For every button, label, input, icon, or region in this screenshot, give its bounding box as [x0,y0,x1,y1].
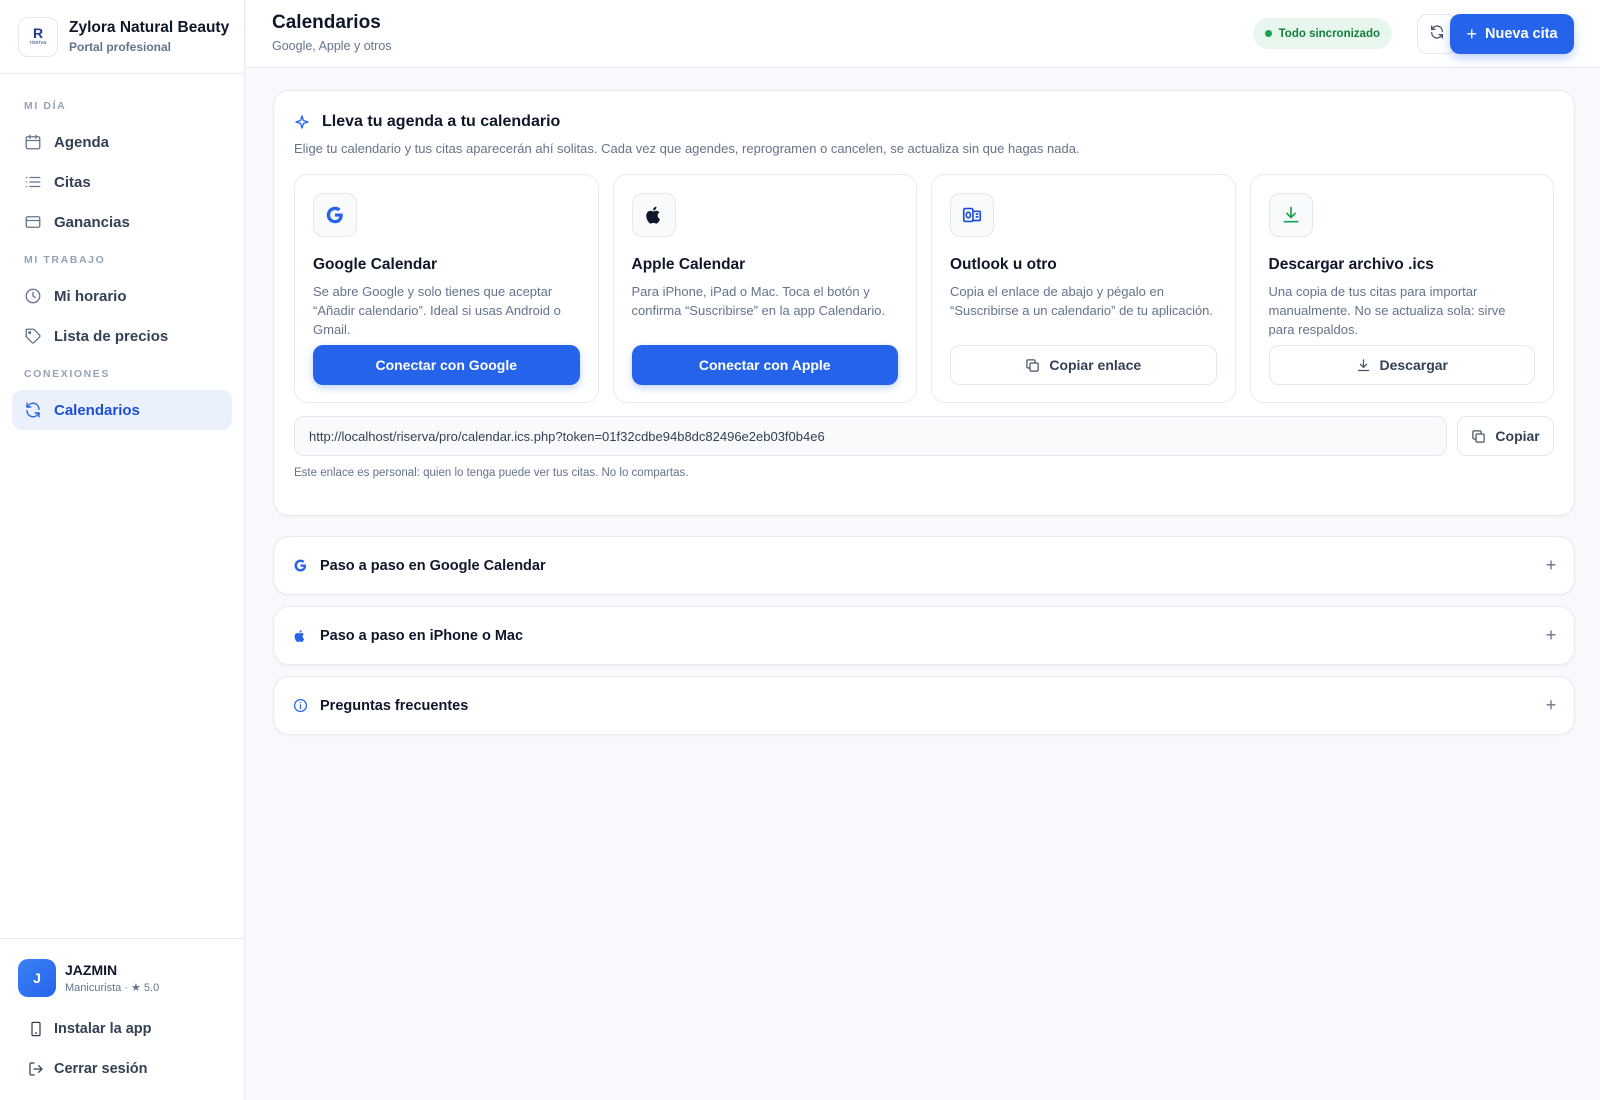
outlook-icon [950,193,994,237]
download-icon [1268,193,1313,237]
copy-icon [1025,358,1040,373]
new-appointment-label: Nueva cita [1484,26,1558,42]
nav-section-mi-trabajo: MI TRABAJO [24,254,106,266]
card-description: Elige tu calendario y tus citas aparecer… [294,141,1080,156]
copy-button[interactable]: Copiar [1457,416,1554,456]
feed-url-input[interactable] [294,416,1448,456]
user-name: JAZMIN [65,962,118,978]
sidebar-item-ganancias[interactable]: Ganancias [12,202,232,242]
sidebar-item-calendarios[interactable]: Calendarios [12,390,232,430]
sidebar-item-label: Calendarios [54,401,140,419]
google-icon [313,193,357,237]
wallet-icon [24,213,42,231]
tag-icon [24,327,42,345]
calendar-icon [24,133,42,151]
brand-subtitle: Portal profesional [69,40,172,54]
brand-name: Zylora Natural Beauty [69,19,230,36]
plus-icon: + [1545,625,1557,645]
accordion-title: Paso a paso en Google Calendar [320,557,546,574]
sync-icon [24,401,42,419]
option-title: Outlook u otro [950,256,1057,273]
avatar: J [18,959,56,997]
calendar-sync-card: Lleva tu agenda a tu calendario Elige tu… [273,90,1575,516]
brand-logo[interactable]: R riserva [18,16,58,57]
sidebar-item-mi-horario[interactable]: Mi horario [12,276,232,316]
sidebar: R riserva Zylora Natural Beauty Portal p… [0,0,245,1100]
option-outlook: Outlook u otro Copia el enlace de abajo … [931,174,1236,403]
option-google: Google Calendar Se abre Google y solo ti… [294,174,599,403]
status-badge-label: Todo sincronizado [1278,27,1380,40]
apple-icon [292,628,308,644]
option-description: Se abre Google y solo tienes que aceptar… [313,284,561,337]
accordion-faq[interactable]: Preguntas frecuentes + [273,676,1575,735]
clock-icon [24,287,42,305]
sidebar-footer: J JAZMIN Manicurista · ★ 5.0 Instalar la… [0,938,244,1100]
user-role: Manicurista · ★ 5.0 [65,982,160,994]
option-description: Copia el enlace de abajo y pégalo en “Su… [950,284,1214,318]
sidebar-item-label: Lista de precios [54,327,169,345]
option-description: Para iPhone, iPad o Mac. Toca el botón y… [631,284,886,318]
page-title: Calendarios [272,12,381,33]
info-icon [292,698,308,714]
download-icon [1356,358,1371,373]
brand: R riserva Zylora Natural Beauty Portal p… [0,0,244,74]
sidebar-item-citas[interactable]: Citas [12,162,232,202]
install-app-label: Instalar la app [54,1021,152,1037]
install-app-link[interactable]: Instalar la app [18,1011,226,1047]
copy-label: Copiar [1495,428,1540,444]
sidebar-item-label: Citas [54,173,91,191]
copy-icon [1471,429,1486,444]
download-button[interactable]: Descargar [1268,345,1535,385]
phone-icon [28,1021,44,1037]
option-title: Apple Calendar [631,256,746,273]
copy-link-button[interactable]: Copiar enlace [950,345,1217,385]
status-dot-icon [1264,30,1272,37]
plus-icon: + [1466,23,1477,44]
option-title: Google Calendar [313,256,438,273]
sidebar-item-agenda[interactable]: Agenda [12,122,232,162]
accordion-apple-steps[interactable]: Paso a paso en iPhone o Mac + [273,606,1575,665]
accordion-title: Preguntas frecuentes [320,697,469,714]
privacy-note: Este enlace es personal: quien lo tenga … [294,467,689,479]
connect-apple-button[interactable]: Conectar con Apple [631,345,898,385]
new-appointment-button[interactable]: + Nueva cita [1450,14,1574,54]
feed-link-row: Copiar [294,416,1554,456]
plus-icon: + [1545,555,1557,575]
user-card[interactable]: J JAZMIN Manicurista · ★ 5.0 [18,959,226,997]
nav-section-mi-dia: MI DÍA [24,100,67,112]
option-download: Descargar archivo .ics Una copia de tus … [1249,174,1554,403]
option-title: Descargar archivo .ics [1268,256,1434,273]
apple-icon [631,193,676,237]
logo-word: riserva [29,40,47,46]
sidebar-item-label: Agenda [54,133,110,151]
calendar-options: Google Calendar Se abre Google y solo ti… [294,174,1554,403]
card-title: Lleva tu agenda a tu calendario [322,113,561,130]
connect-google-button[interactable]: Conectar con Google [313,345,580,385]
plus-icon: + [1545,695,1557,715]
accordion-title: Paso a paso en iPhone o Mac [320,627,524,644]
sparkle-icon [294,114,310,130]
list-icon [24,173,42,191]
logout-label: Cerrar sesión [54,1061,148,1077]
page-subtitle: Google, Apple y otros [272,39,392,53]
main-content: Lleva tu agenda a tu calendario Elige tu… [273,90,1575,735]
nav-section-conexiones: CONEXIONES [24,368,111,380]
accordion-google-steps[interactable]: Paso a paso en Google Calendar + [273,536,1575,595]
sidebar-item-label: Mi horario [54,287,127,305]
top-header: Calendarios Google, Apple y otros Todo s… [246,0,1600,68]
sidebar-item-lista-de-precios[interactable]: Lista de precios [12,316,232,356]
option-description: Una copia de tus citas para importar man… [1268,284,1506,337]
option-apple: Apple Calendar Para iPhone, iPad o Mac. … [612,174,917,403]
logout-link[interactable]: Cerrar sesión [18,1051,226,1087]
status-badge: Todo sincronizado [1252,18,1392,49]
google-icon [292,558,308,574]
logout-icon [28,1061,44,1077]
copy-link-label: Copiar enlace [1049,357,1142,373]
logo-letter: R [32,25,44,41]
refresh-icon [1429,24,1445,45]
sidebar-item-label: Ganancias [54,213,130,231]
download-label: Descargar [1379,357,1449,373]
